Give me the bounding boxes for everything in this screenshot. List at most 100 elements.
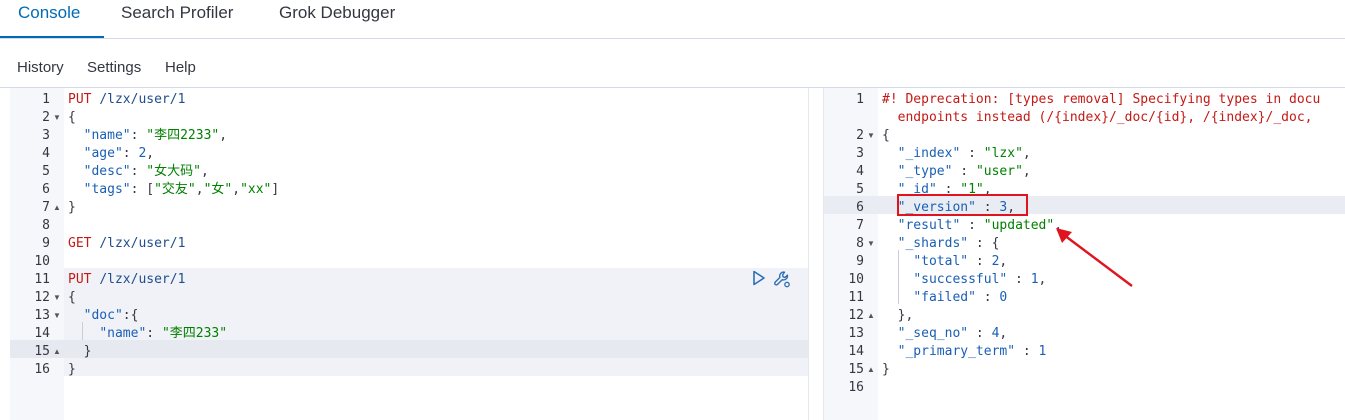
code-line: {	[68, 289, 808, 307]
line-number: 14	[848, 344, 864, 359]
fold-toggle-icon[interactable]: ▲	[867, 361, 875, 379]
tab-console[interactable]: Console	[18, 2, 80, 24]
wrench-icon[interactable]	[773, 270, 791, 288]
app-tabs: Console Search Profiler Grok Debugger	[0, 0, 1345, 39]
code-token: GET	[68, 236, 100, 251]
line-number: 2	[42, 110, 50, 125]
line-number: 15	[34, 344, 50, 359]
code-token: :	[130, 164, 147, 179]
line-number: 12	[848, 308, 864, 323]
line-number: 1	[856, 92, 864, 107]
line-number: 4	[856, 164, 864, 179]
code-token: "doc"	[83, 308, 123, 323]
code-token: ,	[200, 164, 209, 179]
fold-toggle-icon[interactable]: ▼	[53, 289, 61, 307]
code-line: endpoints instead (/{index}/_doc/{id}, /…	[882, 109, 1345, 127]
code-token: : [	[130, 182, 155, 197]
line-number: 14	[34, 326, 50, 341]
tab-search-profiler[interactable]: Search Profiler	[121, 2, 233, 24]
code-token: ,	[219, 128, 228, 143]
code-line: {	[882, 127, 1345, 145]
line-number: 9	[856, 254, 864, 269]
line-number: 2	[856, 128, 864, 143]
code-line: "_type" : "user",	[882, 163, 1345, 181]
line-number	[824, 109, 864, 127]
code-line: {	[68, 109, 808, 127]
code-token: :	[130, 128, 147, 143]
annotation-arrow-icon	[1056, 228, 1133, 287]
play-icon[interactable]	[752, 270, 766, 286]
console-menu: History Settings Help	[0, 38, 1345, 88]
code-line: PUT /lzx/user/1	[68, 91, 808, 109]
line-number: 13	[34, 308, 50, 323]
line-number: 10	[848, 272, 864, 287]
code-token: #! Deprecation: [types removal] Specifyi…	[882, 92, 1321, 107]
code-token: "successful"	[913, 272, 1008, 287]
code-line: "name": "李四2233",	[68, 127, 808, 145]
code-token: "_primary_term"	[897, 344, 1016, 359]
request-code[interactable]: PUT /lzx/user/1{ "name": "李四2233", "age"…	[68, 88, 808, 420]
menu-settings[interactable]: Settings	[87, 59, 141, 77]
code-token: "failed"	[913, 290, 976, 305]
code-token: "result"	[897, 218, 961, 233]
line-number: 6	[42, 182, 50, 197]
code-token: "_seq_no"	[897, 326, 969, 341]
code-token: "_index"	[897, 146, 961, 161]
code-token: "xx"	[240, 182, 272, 197]
code-token: :	[122, 146, 139, 161]
line-number: 10	[34, 254, 50, 269]
line-number: 4	[42, 146, 50, 161]
code-line: }	[882, 361, 1345, 379]
code-line: "doc":{	[68, 307, 808, 325]
fold-toggle-icon[interactable]: ▼	[53, 307, 61, 325]
line-number: 1	[42, 92, 50, 107]
fold-toggle-icon[interactable]: ▼	[867, 235, 875, 253]
request-editor[interactable]: 1 2 ▼ 3 4 5 6 7 ▲ 8 9 10 11 12 ▼ 13 ▼ 14 15 ▲ 16 PUT /lzx/us…	[10, 88, 808, 420]
code-token: "李四2233"	[146, 128, 220, 143]
tab-grok-debugger[interactable]: Grok Debugger	[279, 2, 395, 24]
code-line: "_primary_term" : 1	[882, 343, 1345, 361]
code-token: },	[882, 308, 914, 323]
code-line: GET /lzx/user/1	[68, 235, 808, 253]
code-token: "name"	[99, 326, 147, 341]
line-number: 9	[42, 236, 50, 251]
code-token: /lzx/user/1	[99, 92, 186, 107]
fold-toggle-icon[interactable]: ▲	[867, 307, 875, 325]
line-number: 6	[856, 200, 864, 215]
fold-toggle-icon[interactable]: ▲	[53, 199, 61, 217]
code-token: ,	[1022, 146, 1031, 161]
fold-toggle-icon[interactable]: ▲	[53, 343, 61, 361]
menu-history[interactable]: History	[17, 59, 64, 77]
code-token: "name"	[83, 128, 131, 143]
code-token: "tags"	[83, 182, 131, 197]
code-token: :	[975, 290, 1000, 305]
code-token: PUT	[68, 92, 100, 107]
line-number: 16	[34, 362, 50, 377]
code-line: #! Deprecation: [types removal] Specifyi…	[882, 91, 1345, 109]
code-token: : {	[968, 236, 1000, 251]
code-line: },	[882, 307, 1345, 325]
code-line: "_index" : "lzx",	[882, 145, 1345, 163]
annotation-highlight-box	[897, 194, 1028, 216]
fold-toggle-icon[interactable]: ▼	[867, 127, 875, 145]
fold-toggle-icon[interactable]: ▼	[53, 109, 61, 127]
code-line: "age": 2,	[68, 145, 808, 163]
pane-resizer[interactable]	[808, 88, 824, 420]
code-line: "failed" : 0	[882, 289, 1345, 307]
code-token: ,	[146, 146, 155, 161]
line-number: 5	[856, 182, 864, 197]
code-token: "lzx"	[983, 146, 1023, 161]
code-token: :	[1015, 344, 1039, 359]
code-token: "user"	[975, 164, 1023, 179]
code-line: }	[68, 343, 808, 361]
menu-help[interactable]: Help	[165, 59, 196, 77]
code-line: "desc": "女大码",	[68, 163, 808, 181]
